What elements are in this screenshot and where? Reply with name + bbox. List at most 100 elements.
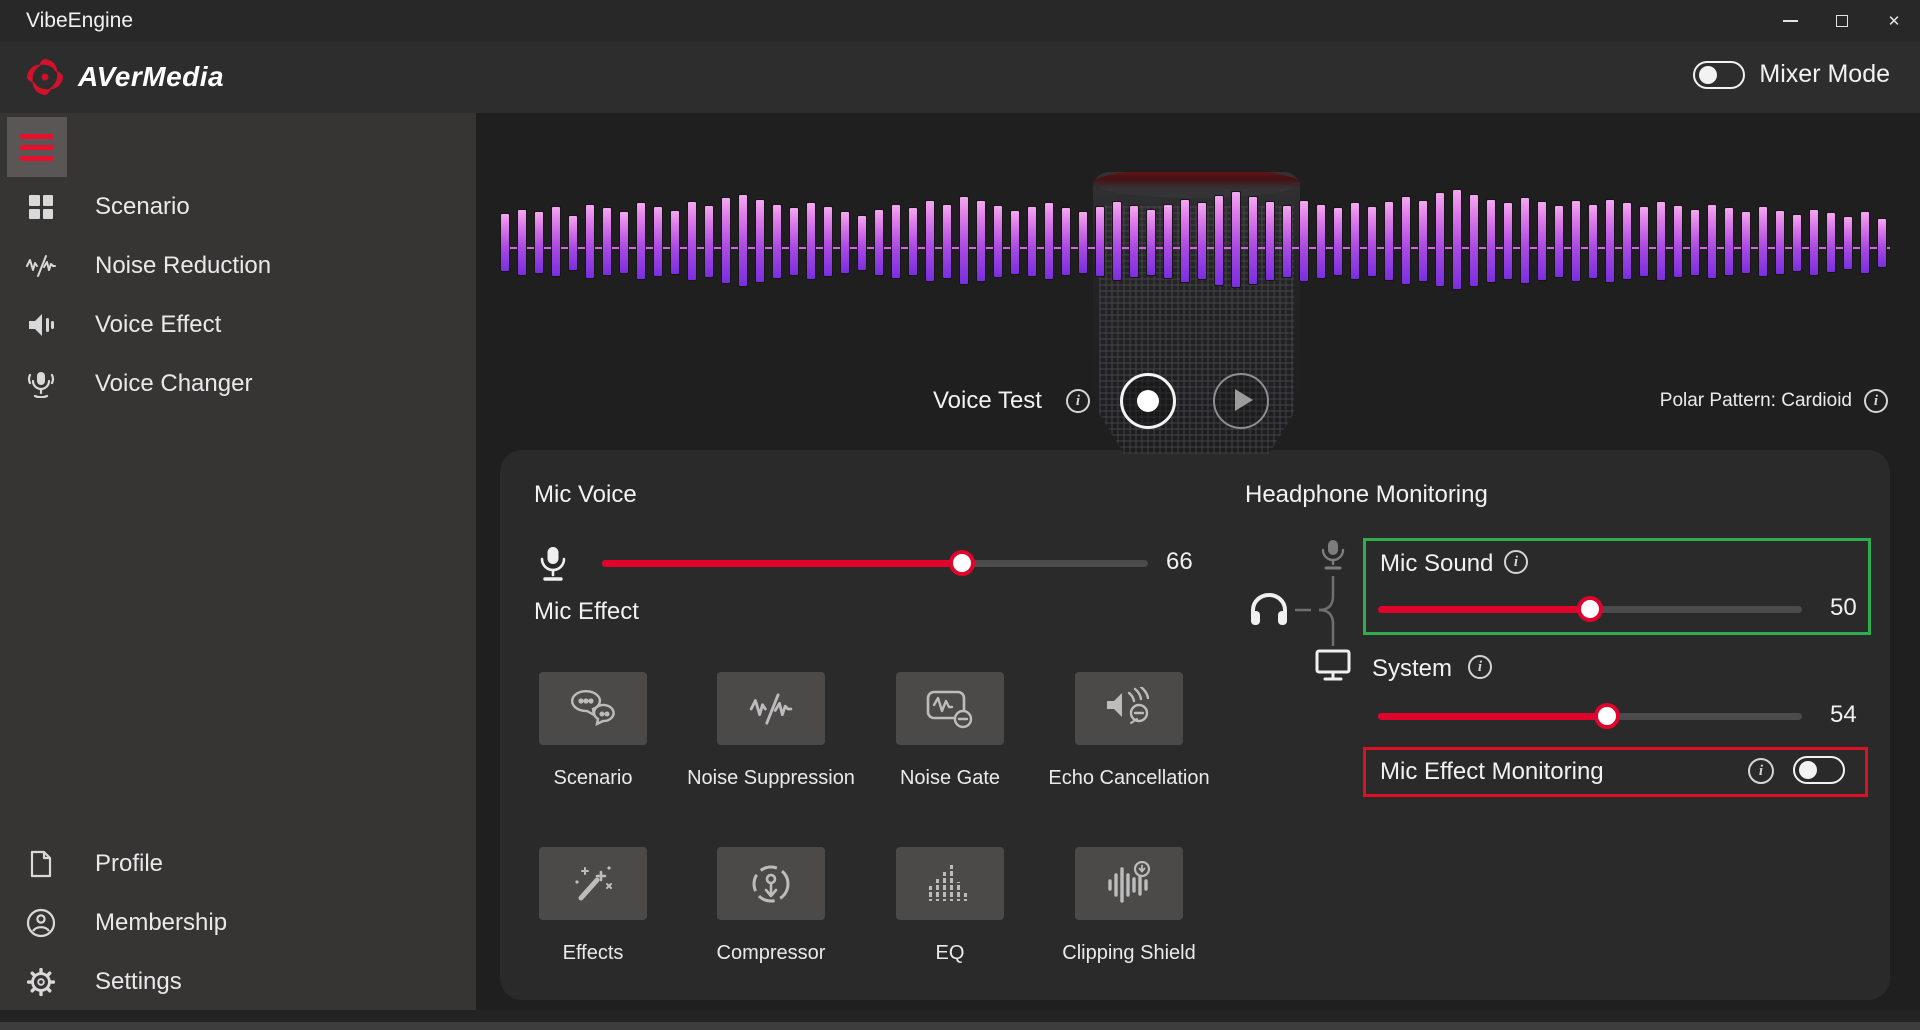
waveform-bar xyxy=(772,204,782,280)
waveform-bar xyxy=(1469,194,1479,287)
effect-label: Noise Suppression xyxy=(686,765,856,791)
play-icon xyxy=(1235,389,1253,411)
window-bottom-edge xyxy=(0,1022,1920,1030)
effect-label: Compressor xyxy=(686,940,856,966)
sidebar-item-voice-effect[interactable]: Voice Effect xyxy=(0,296,476,354)
waveform-bar xyxy=(1333,207,1343,276)
mic-sound-label: Mic Sound xyxy=(1380,550,1493,578)
close-button[interactable]: ✕ xyxy=(1868,0,1920,42)
mic-effect-monitoring-info-icon[interactable]: i xyxy=(1748,758,1774,784)
waveform-bar xyxy=(1503,202,1513,280)
waveform-bar xyxy=(517,209,527,276)
effect-button-scenario[interactable] xyxy=(539,672,647,745)
mixer-mode-toggle[interactable] xyxy=(1693,61,1745,89)
waveform-bar xyxy=(1248,196,1258,285)
close-icon: ✕ xyxy=(1888,12,1901,30)
waveform-bar xyxy=(1027,206,1037,277)
waveform-bar xyxy=(1877,218,1887,268)
effect-label: Scenario xyxy=(508,765,678,791)
avermedia-swirl-icon xyxy=(22,54,68,100)
title-bar: VibeEngine ✕ xyxy=(0,0,1920,42)
minimize-button[interactable] xyxy=(1764,0,1816,42)
mic-sound-value: 50 xyxy=(1830,594,1857,622)
effect-label: EQ xyxy=(865,940,1035,966)
mic-icon xyxy=(536,545,570,583)
mic-voice-title: Mic Voice xyxy=(534,481,637,509)
waveform-bar xyxy=(925,200,935,282)
waveform-bar xyxy=(568,215,578,271)
waveform-bar xyxy=(1112,201,1122,281)
waveform-bar xyxy=(1622,202,1632,280)
waveform-bar xyxy=(1129,205,1139,278)
waveform-bar xyxy=(1452,189,1462,291)
effect-button-effects[interactable] xyxy=(539,847,647,920)
menu-button[interactable] xyxy=(7,117,67,177)
mixer-mode-label: Mixer Mode xyxy=(1759,60,1890,89)
waveform-bar xyxy=(1605,199,1615,283)
mic-sound-info-icon[interactable]: i xyxy=(1504,550,1528,574)
sidebar-item-noise-reduction[interactable]: Noise Reduction xyxy=(0,237,476,295)
waveform-bar xyxy=(704,205,714,278)
waveform-bar xyxy=(1418,200,1428,282)
system-info-icon[interactable]: i xyxy=(1468,655,1492,679)
voice-test-info-icon[interactable]: i xyxy=(1066,389,1090,413)
mic-voice-slider[interactable] xyxy=(602,560,1148,567)
gear-icon xyxy=(26,967,56,997)
system-slider[interactable] xyxy=(1378,713,1802,720)
waveform-bar xyxy=(755,199,765,283)
waveform-bar xyxy=(1299,200,1309,282)
system-value: 54 xyxy=(1830,701,1857,729)
waveform-bar xyxy=(653,206,663,277)
mic-effect-monitoring-label: Mic Effect Monitoring xyxy=(1380,758,1604,786)
routing-connector xyxy=(1293,562,1343,662)
waveform-bar xyxy=(1044,202,1054,280)
document-icon xyxy=(26,849,56,879)
effect-button-noise-suppression[interactable] xyxy=(717,672,825,745)
mic-sound-slider[interactable] xyxy=(1378,606,1802,613)
mic-voice-slider-knob[interactable] xyxy=(949,550,975,576)
controls-panel: Mic Voice 66 Mic Effect xyxy=(500,450,1890,1000)
waveform-bar xyxy=(1809,209,1819,276)
waveform-bar xyxy=(908,207,918,276)
waveform-bar xyxy=(1197,202,1207,280)
app-header: AVerMedia Mixer Mode xyxy=(0,42,1920,113)
record-button[interactable] xyxy=(1120,373,1176,429)
magic-wand-icon xyxy=(571,864,615,904)
sidebar-item-profile[interactable]: Profile xyxy=(0,835,476,893)
waveform-bar xyxy=(1554,205,1564,278)
headphone-monitoring-title: Headphone Monitoring xyxy=(1245,481,1488,509)
sidebar-item-scenario[interactable]: Scenario xyxy=(0,178,476,236)
waveform-bar xyxy=(857,215,867,271)
sidebar-item-voice-changer[interactable]: Voice Changer xyxy=(0,355,476,413)
effect-button-noise-gate[interactable] xyxy=(896,672,1004,745)
mic-sound-slider-knob[interactable] xyxy=(1577,596,1603,622)
waveform-bar xyxy=(534,211,544,274)
window-title: VibeEngine xyxy=(26,0,133,42)
waveform-bar xyxy=(1146,209,1156,276)
mic-effect-monitoring-toggle[interactable] xyxy=(1793,756,1845,784)
sidebar-item-membership[interactable]: Membership xyxy=(0,894,476,952)
sidebar-item-settings[interactable]: Settings xyxy=(0,953,476,1011)
bottom-strip xyxy=(0,1010,1920,1022)
waveform-bar xyxy=(1384,201,1394,281)
clipping-shield-icon xyxy=(1104,861,1154,907)
speaker-icon xyxy=(26,310,56,340)
waveform-bar xyxy=(976,200,986,282)
brand-logo: AVerMedia xyxy=(22,54,224,100)
polar-pattern-info-icon[interactable]: i xyxy=(1864,389,1888,413)
play-button[interactable] xyxy=(1213,373,1269,429)
effect-button-clipping-shield[interactable] xyxy=(1075,847,1183,920)
waveform-bar xyxy=(1656,201,1666,281)
waveform-bar xyxy=(1571,200,1581,282)
maximize-button[interactable] xyxy=(1816,0,1868,42)
effect-button-echo-cancellation[interactable] xyxy=(1075,672,1183,745)
effect-button-compressor[interactable] xyxy=(717,847,825,920)
system-slider-knob[interactable] xyxy=(1594,703,1620,729)
voice-test-label: Voice Test xyxy=(933,387,1042,415)
main-area: Voice Test i Polar Pattern: Cardioid i M… xyxy=(476,113,1920,1010)
record-icon xyxy=(1137,390,1159,412)
effect-button-eq[interactable] xyxy=(896,847,1004,920)
waveform-bar xyxy=(1163,204,1173,280)
waveform-bar xyxy=(1537,201,1547,281)
waveform-bar xyxy=(1316,204,1326,280)
